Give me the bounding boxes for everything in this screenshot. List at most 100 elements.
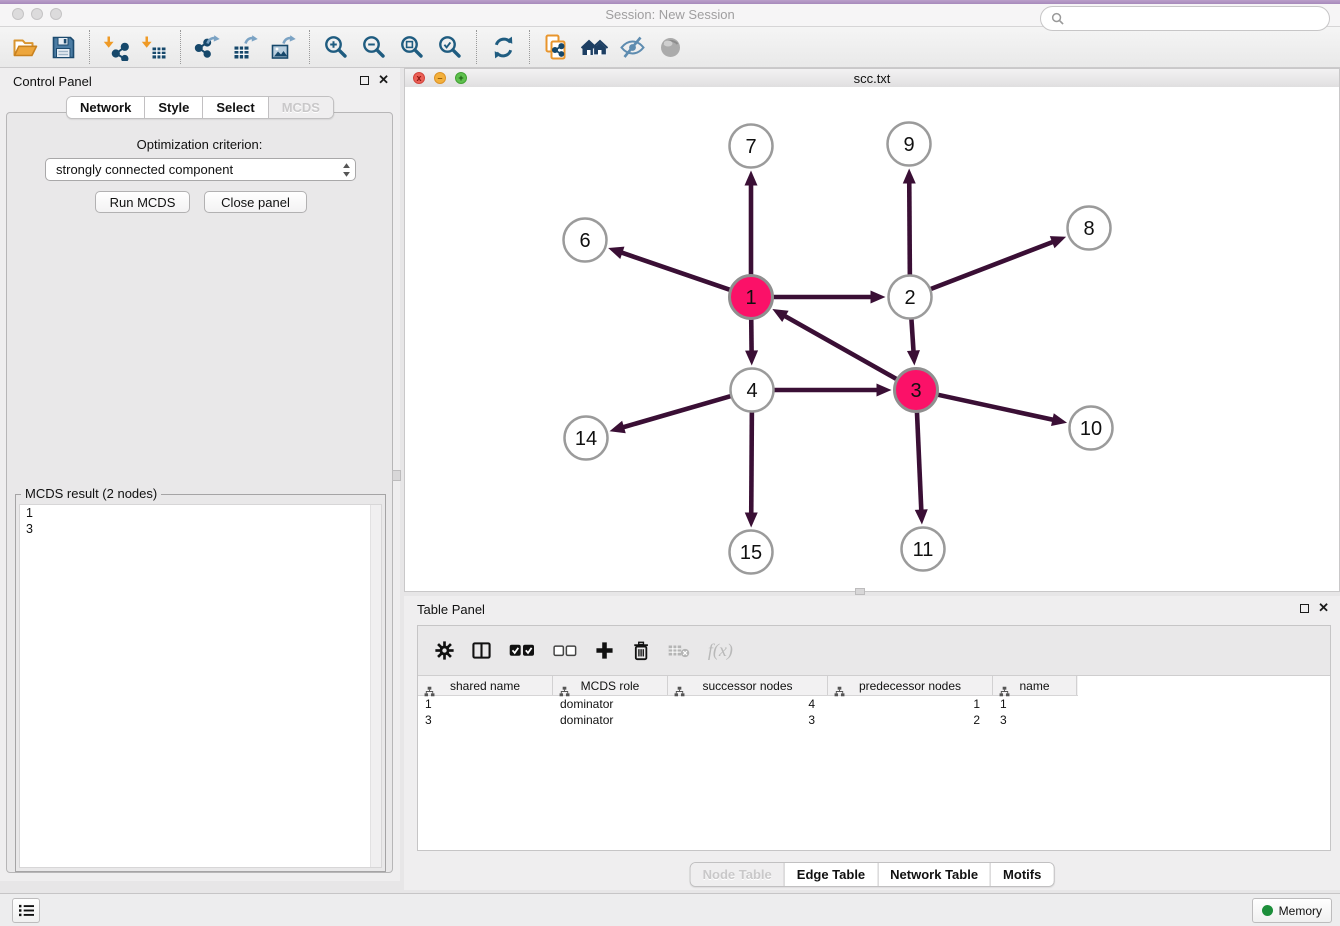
run-mcds-button[interactable]: Run MCDS <box>95 191 190 213</box>
edge-1-2[interactable] <box>773 291 886 304</box>
save-session-icon[interactable] <box>44 30 82 64</box>
select-all-icon[interactable] <box>509 644 535 657</box>
edge-2-9[interactable] <box>903 168 916 275</box>
table-header-row: shared nameMCDS rolesuccessor nodesprede… <box>418 676 1078 696</box>
network-titlebar[interactable]: x – + scc.txt <box>405 69 1339 88</box>
column-header-shared-name[interactable]: shared name <box>418 676 553 695</box>
hide-selected-icon[interactable] <box>613 30 651 64</box>
edge-2-3[interactable] <box>907 318 920 365</box>
node-7[interactable]: 7 <box>730 125 773 168</box>
edge-3-11[interactable] <box>915 411 928 524</box>
float-table-panel-icon[interactable] <box>1300 604 1309 613</box>
search-box[interactable] <box>1040 6 1330 31</box>
column-header-successor-nodes[interactable]: successor nodes <box>668 676 828 695</box>
edge-3-10[interactable] <box>937 395 1067 426</box>
edge-4-14[interactable] <box>610 396 732 433</box>
memory-button[interactable]: Memory <box>1252 898 1332 923</box>
cell-shared-name[interactable]: 1 <box>418 696 553 712</box>
deselect-all-icon[interactable] <box>553 645 577 657</box>
table-row[interactable]: 3dominator323 <box>418 712 1330 728</box>
table-settings-icon[interactable] <box>435 641 454 660</box>
node-2[interactable]: 2 <box>889 276 932 319</box>
mcds-result-list[interactable]: 13 <box>19 504 382 868</box>
edge-1-7[interactable] <box>745 171 758 276</box>
node-10[interactable]: 10 <box>1070 407 1113 450</box>
edge-1-6[interactable] <box>608 247 730 290</box>
tab-select[interactable]: Select <box>203 97 268 118</box>
import-network-icon[interactable] <box>97 30 135 64</box>
export-network-icon[interactable] <box>188 30 226 64</box>
tab-network-table[interactable]: Network Table <box>878 863 991 886</box>
column-header-mcds-role[interactable]: MCDS role <box>553 676 668 695</box>
node-14[interactable]: 14 <box>565 417 608 460</box>
zoom-fit-icon[interactable] <box>393 30 431 64</box>
zoom-out-icon[interactable] <box>355 30 393 64</box>
close-panel-button[interactable]: Close panel <box>204 191 307 213</box>
horizontal-splitter-handle[interactable] <box>855 588 865 595</box>
toggle-panel-icon[interactable] <box>472 641 491 660</box>
column-header-predecessor-nodes[interactable]: predecessor nodes <box>828 676 993 695</box>
close-panel-icon[interactable]: ✕ <box>378 75 389 85</box>
tab-motifs[interactable]: Motifs <box>991 863 1053 886</box>
delete-column-icon[interactable] <box>632 641 650 661</box>
cell-predecessor-nodes[interactable]: 2 <box>828 712 993 728</box>
table-panel: Table Panel ✕ f(x) shared nameMCDS roles… <box>404 596 1340 890</box>
node-11[interactable]: 11 <box>902 528 945 571</box>
vertical-splitter-handle[interactable] <box>392 470 401 481</box>
edge-2-8[interactable] <box>930 236 1066 289</box>
memory-label: Memory <box>1279 904 1322 918</box>
network-graph[interactable]: 7 9 6 8 1 2 4 3 14 10 15 11 <box>405 87 1339 591</box>
function-builder-icon[interactable]: f(x) <box>708 640 733 661</box>
criterion-value: strongly connected component <box>56 162 233 177</box>
cell-mcds-role[interactable]: dominator <box>553 696 668 712</box>
clone-network-icon[interactable] <box>537 30 575 64</box>
tab-edge-table[interactable]: Edge Table <box>785 863 878 886</box>
add-column-icon[interactable] <box>595 641 614 660</box>
node-9[interactable]: 9 <box>888 123 931 166</box>
node-8[interactable]: 8 <box>1068 207 1111 250</box>
delete-table-icon[interactable] <box>668 643 690 658</box>
search-icon <box>1051 12 1064 25</box>
cell-shared-name[interactable]: 3 <box>418 712 553 728</box>
column-header-name[interactable]: name <box>993 676 1077 695</box>
cell-name[interactable]: 3 <box>993 712 1077 728</box>
tab-mcds[interactable]: MCDS <box>269 97 333 118</box>
zoom-in-icon[interactable] <box>317 30 355 64</box>
cell-name[interactable]: 1 <box>993 696 1077 712</box>
export-table-icon[interactable] <box>226 30 264 64</box>
node-3[interactable]: 3 <box>895 369 938 412</box>
cell-successor-nodes[interactable]: 3 <box>668 712 828 728</box>
cell-successor-nodes[interactable]: 4 <box>668 696 828 712</box>
edge-1-4[interactable] <box>745 318 758 365</box>
criterion-select[interactable]: strongly connected component <box>45 158 356 181</box>
open-file-icon[interactable] <box>6 30 44 64</box>
zoom-selected-icon[interactable] <box>431 30 469 64</box>
main-toolbar <box>0 27 1340 68</box>
edge-3-1[interactable] <box>772 309 897 379</box>
network-canvas[interactable]: 7 9 6 8 1 2 4 3 14 10 15 11 <box>405 87 1339 591</box>
first-neighbors-icon[interactable] <box>575 30 613 64</box>
search-input[interactable] <box>1070 10 1319 27</box>
column-header-label: name <box>1019 679 1049 693</box>
node-1[interactable]: 1 <box>730 276 773 319</box>
tab-network[interactable]: Network <box>67 97 145 118</box>
refresh-icon[interactable] <box>484 30 522 64</box>
tab-style[interactable]: Style <box>145 97 203 118</box>
cell-predecessor-nodes[interactable]: 1 <box>828 696 993 712</box>
tab-node-table[interactable]: Node Table <box>691 863 785 886</box>
table-row[interactable]: 1dominator411 <box>418 696 1330 712</box>
select-spinner-icon <box>342 162 351 178</box>
result-scrollbar[interactable] <box>370 505 381 867</box>
float-panel-icon[interactable] <box>360 76 369 85</box>
node-15[interactable]: 15 <box>730 531 773 574</box>
export-image-icon[interactable] <box>264 30 302 64</box>
show-all-icon[interactable] <box>651 30 689 64</box>
task-history-button[interactable] <box>12 898 40 923</box>
edge-4-15[interactable] <box>745 411 758 527</box>
node-4[interactable]: 4 <box>731 369 774 412</box>
import-table-icon[interactable] <box>135 30 173 64</box>
close-table-panel-icon[interactable]: ✕ <box>1318 603 1329 613</box>
node-6[interactable]: 6 <box>564 219 607 262</box>
edge-4-3[interactable] <box>774 384 892 397</box>
cell-mcds-role[interactable]: dominator <box>553 712 668 728</box>
